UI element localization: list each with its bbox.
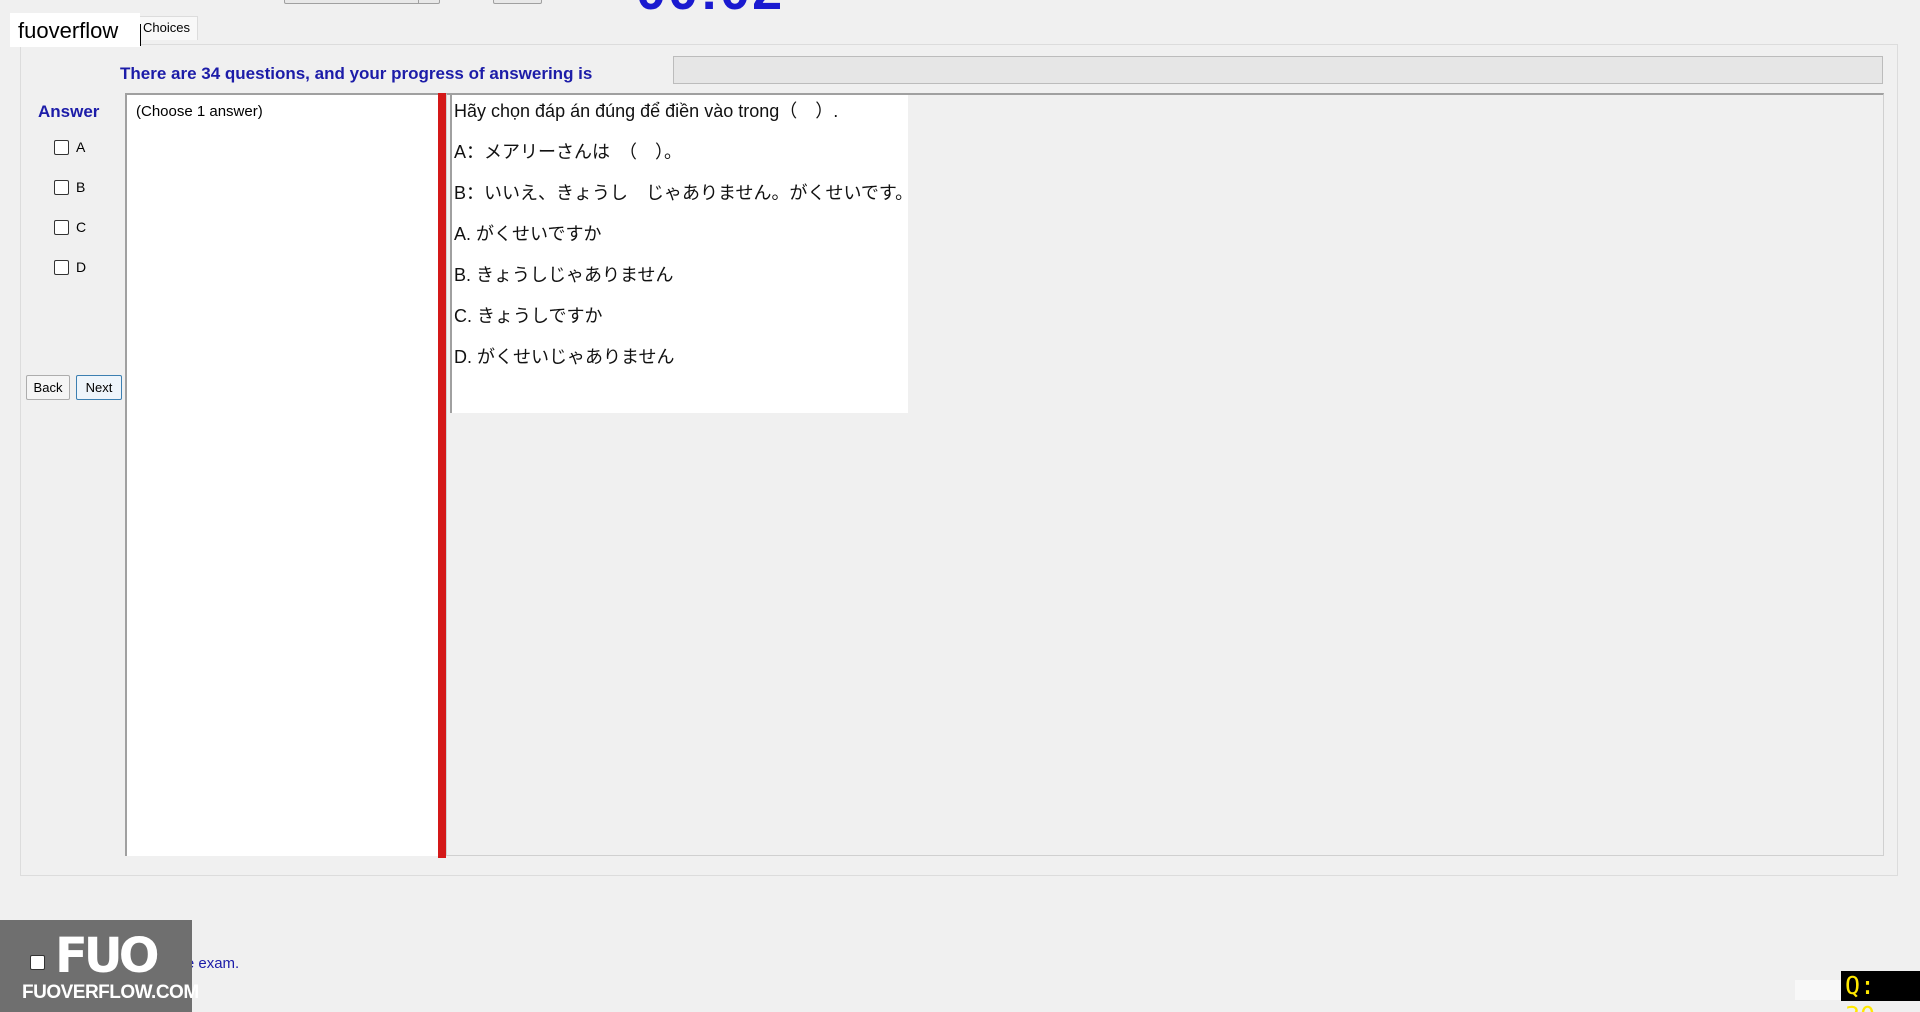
- text-caret: [140, 24, 141, 46]
- answer-option-label: B: [76, 179, 86, 195]
- checkbox[interactable]: [54, 259, 69, 275]
- choose-hint: (Choose 1 answer): [136, 103, 263, 120]
- status-field: [1795, 980, 1843, 1000]
- question-option: B. きょうしじゃありません: [454, 265, 674, 285]
- question-option: A. がくせいですか: [454, 224, 602, 244]
- brand-label: fuoverflow: [10, 13, 140, 47]
- checkbox[interactable]: [54, 179, 69, 195]
- splitter[interactable]: [438, 93, 446, 858]
- answer-option-d[interactable]: D: [54, 259, 86, 275]
- finish-checkbox[interactable]: [30, 955, 45, 970]
- question-counter: Q: 30: [1841, 971, 1920, 1012]
- next-button[interactable]: Next: [76, 375, 122, 400]
- progress-bar: [673, 56, 1883, 84]
- progress-text: There are 34 questions, and your progres…: [120, 64, 593, 83]
- answer-option-a[interactable]: A: [54, 139, 85, 155]
- choose-panel: (Choose 1 answer): [125, 93, 440, 856]
- answer-option-b[interactable]: B: [54, 179, 85, 195]
- question-option: D. がくせいじゃありません: [454, 347, 675, 367]
- watermark-text: FUOVERFLOW.COM: [22, 982, 199, 1003]
- small-box[interactable]: [493, 0, 542, 4]
- checkbox[interactable]: [54, 139, 69, 155]
- timer-display: 00:02: [636, 0, 784, 22]
- chevron-down-icon[interactable]: [418, 0, 440, 4]
- answer-option-label: A: [76, 139, 86, 155]
- checkbox[interactable]: [54, 219, 69, 235]
- watermark-logo: FUO: [55, 928, 160, 984]
- question-panel: Hãy chọn đáp án đúng để điền vào trong（ …: [450, 95, 913, 413]
- back-button[interactable]: Back: [26, 375, 70, 400]
- question-line-b: B：いいえ、きょうし じゃありません。がくせいです。: [454, 183, 914, 203]
- tab-choices[interactable]: Choices: [138, 16, 198, 40]
- question-option: C. きょうしですか: [454, 306, 603, 326]
- question-line-a: A：メアリーさんは （ ）。: [454, 142, 683, 162]
- exam-combo[interactable]: [284, 0, 440, 4]
- answer-title: Answer: [38, 102, 100, 121]
- answer-option-label: C: [76, 219, 87, 235]
- answer-option-label: D: [76, 259, 87, 275]
- question-instruction: Hãy chọn đáp án đúng để điền vào trong（ …: [454, 101, 839, 121]
- answer-option-c[interactable]: C: [54, 219, 86, 235]
